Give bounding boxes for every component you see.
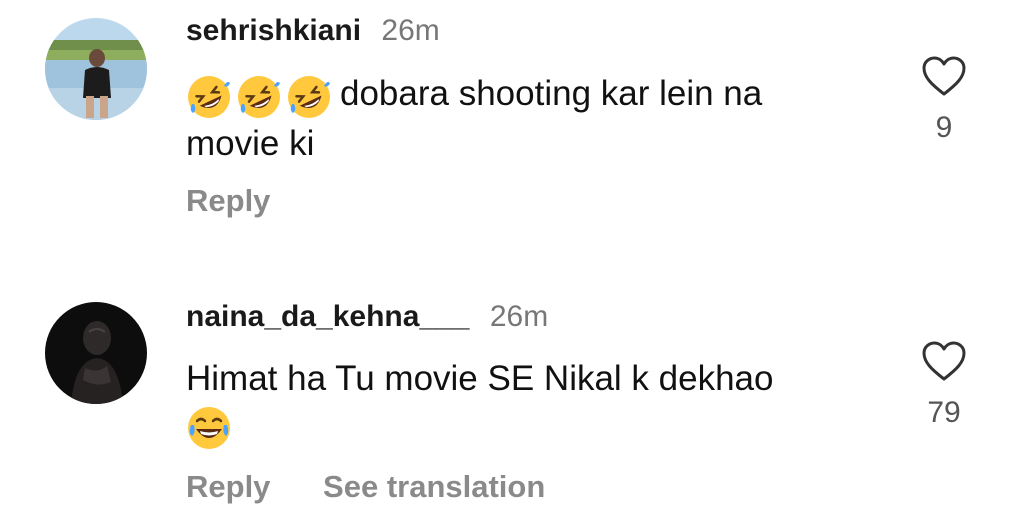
timestamp: 26m [489,300,549,333]
comment-item: sehrishkiani 26m dobara shooting kar lei… [0,0,1024,260]
comment-text: dobara shooting kar lein na movie ki [186,70,886,167]
comment-text: Himat ha Tu movie SE Nikal k dekhao [186,355,886,451]
heart-icon[interactable] [914,55,974,97]
username[interactable]: naina_da_kehna___ [186,300,470,333]
comment-actions: Reply [186,183,270,219]
comment-header: naina_da_kehna___ 26m [186,299,548,335]
like-control: 9 [914,55,974,145]
comment-text-line1: Himat ha Tu movie SE Nikal k dekhao [186,359,774,398]
see-translation-button[interactable]: See translation [323,469,545,504]
comment-item: naina_da_kehna___ 26m Himat ha Tu movie … [0,260,1024,527]
reply-button[interactable]: Reply [186,469,270,504]
reply-button[interactable]: Reply [186,183,270,218]
comment-text-line2: movie ki [186,124,315,164]
comment-header: sehrishkiani 26m [186,13,440,49]
comment-actions: Reply See translation [186,469,545,505]
comment-text-line1: dobara shooting kar lein na [340,74,763,113]
avatar[interactable] [45,18,147,120]
like-control: 79 [914,340,974,430]
rolling-on-floor-laughing-emoji-icon [286,74,332,120]
username[interactable]: sehrishkiani [186,14,361,47]
like-count: 9 [935,111,953,144]
rolling-on-floor-laughing-emoji-icon [186,74,232,120]
like-count: 79 [927,396,961,429]
emoji-row [186,71,336,120]
avatar[interactable] [45,302,147,404]
timestamp: 26m [381,14,440,47]
heart-icon[interactable] [914,340,974,382]
rolling-on-floor-laughing-emoji-icon [236,74,282,120]
face-with-tears-of-joy-emoji-icon [186,405,232,451]
